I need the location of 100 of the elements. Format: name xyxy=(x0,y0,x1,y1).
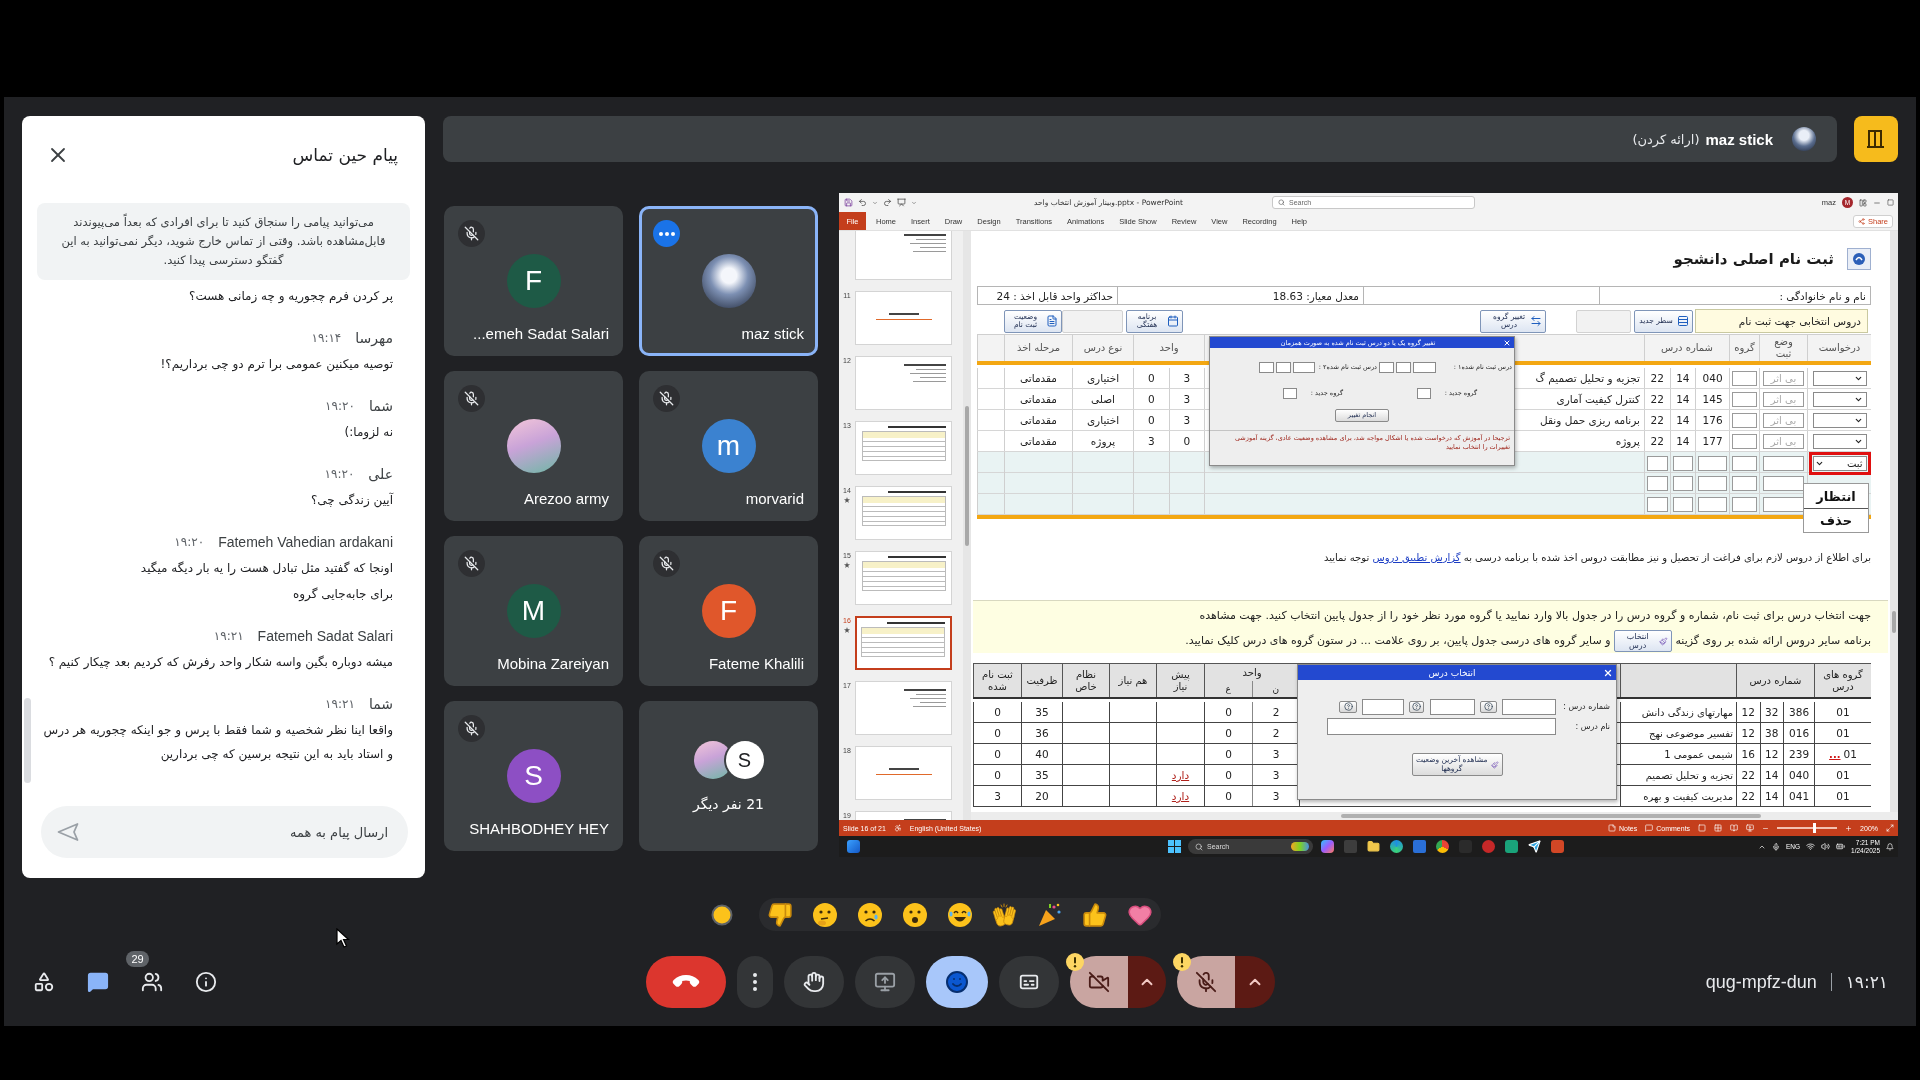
input-field[interactable] xyxy=(1732,433,1757,449)
input-field[interactable] xyxy=(1763,475,1804,491)
skin-tone-icon[interactable] xyxy=(711,903,733,926)
present-button[interactable] xyxy=(854,956,915,1008)
crying-face-icon[interactable] xyxy=(857,901,883,928)
input-field[interactable] xyxy=(1417,387,1431,399)
undo-icon[interactable] xyxy=(858,198,867,207)
input-field[interactable] xyxy=(1396,361,1411,373)
accessibility-icon[interactable] xyxy=(893,824,902,832)
prerequisite-link[interactable]: دارد xyxy=(1171,769,1190,781)
input-field[interactable] xyxy=(1698,475,1727,491)
input-field[interactable] xyxy=(1698,496,1727,512)
participant-tile[interactable]: S SHAHBODHEY HEY xyxy=(444,701,623,851)
wifi-icon[interactable] xyxy=(1806,842,1816,851)
paper-plane-icon[interactable] xyxy=(1528,840,1541,853)
close-icon[interactable] xyxy=(1503,338,1511,347)
participant-tile[interactable]: m morvarid xyxy=(639,371,818,521)
dropdown[interactable] xyxy=(1812,391,1867,407)
mic-button[interactable] xyxy=(1176,956,1235,1008)
input-field[interactable] xyxy=(1732,370,1757,386)
more-groups-link[interactable]: ... xyxy=(1829,748,1841,760)
participant-tile[interactable]: F ...emeh Sadat Salari xyxy=(444,206,623,356)
camera-options-button[interactable] xyxy=(1127,956,1166,1008)
input-field[interactable] xyxy=(1293,361,1315,373)
end-call-button[interactable] xyxy=(645,956,726,1008)
input-field[interactable] xyxy=(1732,475,1757,491)
slideshow-icon[interactable] xyxy=(1746,824,1755,832)
input-field[interactable] xyxy=(1647,456,1668,471)
input-field[interactable] xyxy=(1502,698,1556,715)
thinking-face-icon[interactable] xyxy=(812,901,838,928)
input-field[interactable] xyxy=(1672,475,1694,491)
app-icon[interactable] xyxy=(1436,840,1449,853)
slideshow-icon[interactable] xyxy=(897,198,906,207)
input-field[interactable] xyxy=(1259,361,1274,373)
input-field[interactable] xyxy=(1732,456,1757,471)
battery-icon[interactable] xyxy=(1836,842,1846,851)
dropdown[interactable] xyxy=(1812,433,1867,449)
thumbs-down-icon[interactable] xyxy=(767,901,793,928)
caret-icon[interactable] xyxy=(872,199,878,206)
input-field[interactable] xyxy=(1430,698,1475,715)
slider-thumb[interactable] xyxy=(1813,823,1817,833)
fit-to-window-icon[interactable] xyxy=(1886,824,1894,832)
input-field[interactable] xyxy=(1379,361,1394,373)
panel-button[interactable] xyxy=(1854,116,1898,162)
input-field[interactable] xyxy=(1647,475,1668,491)
course-select-button[interactable]: انتخاب درس xyxy=(1613,630,1672,652)
participant-tile[interactable]: M Mobina Zareiyan xyxy=(444,536,623,686)
microphone-icon[interactable] xyxy=(1772,842,1780,851)
surprised-face-icon[interactable] xyxy=(902,901,928,928)
clapping-hands-icon[interactable] xyxy=(992,901,1018,928)
zoom-in-icon[interactable] xyxy=(1845,824,1853,832)
normal-view-icon[interactable] xyxy=(1698,824,1707,832)
input-field[interactable] xyxy=(1276,361,1291,373)
app-icon[interactable] xyxy=(1321,840,1334,853)
input-field[interactable] xyxy=(1672,456,1694,471)
input-field[interactable] xyxy=(1698,456,1727,471)
redo-icon[interactable] xyxy=(883,198,892,207)
input-field[interactable] xyxy=(1327,718,1556,735)
input-field[interactable] xyxy=(1763,496,1804,512)
more-options-button[interactable] xyxy=(736,956,773,1008)
dropdown[interactable] xyxy=(1812,412,1867,428)
windows-logo-icon[interactable] xyxy=(1168,840,1181,853)
help-button[interactable] xyxy=(1480,700,1497,713)
dropdown[interactable] xyxy=(1812,370,1867,386)
input-field[interactable] xyxy=(1647,496,1668,512)
volume-icon[interactable] xyxy=(1821,842,1831,851)
save-icon[interactable] xyxy=(844,198,853,207)
caret-icon[interactable] xyxy=(911,199,917,206)
participant-tile[interactable]: Arezoo army xyxy=(444,371,623,521)
maximize-icon[interactable] xyxy=(1887,199,1894,206)
input-field[interactable] xyxy=(1283,387,1297,399)
message-input[interactable]: ارسال پیام به همه xyxy=(41,806,408,858)
reactions-button[interactable] xyxy=(925,956,988,1008)
report-link[interactable]: گزارش تطبیق دروس xyxy=(1372,552,1461,563)
party-popper-icon[interactable] xyxy=(1037,901,1063,928)
grid-view-icon[interactable] xyxy=(1714,824,1723,832)
raise-hand-button[interactable] xyxy=(783,956,844,1008)
app-icon[interactable] xyxy=(1390,840,1403,853)
input-field[interactable] xyxy=(1413,361,1436,373)
camera-button[interactable] xyxy=(1069,956,1128,1008)
help-button[interactable] xyxy=(1339,700,1357,713)
layout-icon[interactable] xyxy=(1859,198,1867,207)
menu-item[interactable]: انتظار xyxy=(1804,484,1868,508)
menu-item[interactable]: حذف xyxy=(1804,508,1868,532)
participant-tile[interactable]: F Fateme Khalili xyxy=(639,536,818,686)
laughing-face-icon[interactable] xyxy=(947,901,973,928)
send-button[interactable] xyxy=(56,820,80,844)
input-field[interactable] xyxy=(1732,391,1757,407)
input-field[interactable] xyxy=(1763,456,1804,471)
captions-button[interactable] xyxy=(998,956,1059,1008)
reading-view-icon[interactable] xyxy=(1730,824,1739,832)
close-icon[interactable] xyxy=(1603,667,1613,678)
bell-icon[interactable] xyxy=(1886,842,1894,851)
mic-options-button[interactable] xyxy=(1234,956,1275,1008)
folder-icon[interactable] xyxy=(1367,840,1380,853)
prerequisite-link[interactable]: دارد xyxy=(1171,790,1190,802)
dropdown[interactable]: ثبت xyxy=(1812,456,1867,471)
participant-tile[interactable]: maz stick xyxy=(639,206,818,356)
slide-thumbnail[interactable] xyxy=(855,616,952,670)
thumbs-up-icon[interactable] xyxy=(1082,901,1108,928)
